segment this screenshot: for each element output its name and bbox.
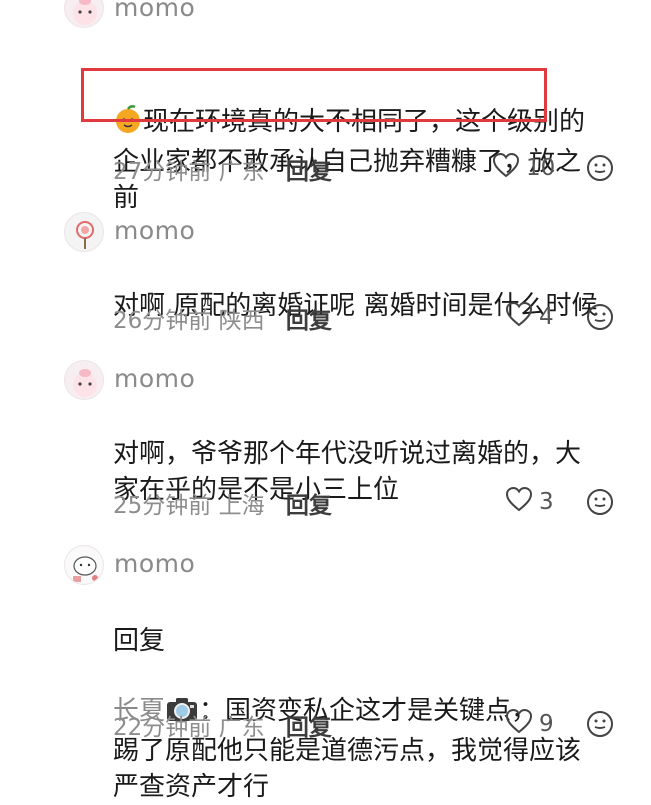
smiley-icon [587, 155, 613, 181]
smiley-icon [587, 711, 613, 737]
comment-text: 现在环境真的大不相同了，这个级别的 企业家都不敢承认自己抛弃糟糠了，放之 前 [113, 32, 628, 216]
reply-button[interactable]: 回复 [286, 493, 332, 519]
like-button[interactable]: 10 [492, 152, 555, 184]
comment-meta: 27分钟前 广东 回复 [113, 152, 332, 186]
like-count: 4 [539, 304, 554, 330]
smiley-icon [587, 304, 613, 330]
reply-button[interactable]: 回复 [286, 715, 332, 741]
like-button[interactable]: 9 [505, 708, 554, 740]
reply-button[interactable]: 回复 [286, 159, 332, 185]
comment-location: 陕西 [218, 308, 265, 334]
like-count: 9 [539, 711, 554, 737]
reply-button[interactable]: 回复 [286, 308, 332, 334]
comment-time: 26分钟前 [113, 308, 212, 334]
like-button[interactable]: 3 [505, 486, 554, 518]
username[interactable]: momo [114, 216, 195, 245]
comment-location: 上海 [218, 493, 265, 519]
avatar[interactable] [64, 545, 104, 585]
username[interactable]: momo [114, 0, 195, 22]
comment-time: 25分钟前 [113, 493, 212, 519]
comment-time: 27分钟前 [113, 159, 212, 185]
avatar[interactable] [64, 360, 104, 400]
comment-location: 广东 [218, 159, 265, 185]
comment-meta: 26分钟前 陕西 回复 [113, 301, 332, 335]
emoji-button[interactable] [586, 303, 614, 335]
comment-time: 22分钟前 [113, 715, 212, 741]
smiley-icon [587, 489, 613, 515]
reply-prefix: 回复 [113, 626, 166, 656]
heart-icon [505, 486, 539, 518]
comment-meta: 25分钟前 上海 回复 [113, 486, 332, 520]
highlight-box [81, 68, 547, 122]
username[interactable]: momo [114, 364, 195, 393]
emoji-button[interactable] [586, 710, 614, 742]
emoji-button[interactable] [586, 154, 614, 186]
comment-location: 广东 [218, 715, 265, 741]
heart-icon [505, 301, 539, 333]
comment-text: 回复 长夏 ：国资变私企这才是关键点， 踢了原配他只能是道德污点，我觉得应该 严… [113, 587, 628, 805]
emoji-button[interactable] [586, 488, 614, 520]
like-count: 10 [526, 155, 556, 181]
avatar[interactable] [64, 0, 104, 28]
like-button[interactable]: 4 [505, 301, 554, 333]
username[interactable]: momo [114, 549, 195, 578]
heart-icon [492, 152, 526, 184]
heart-icon [505, 708, 539, 740]
like-count: 3 [539, 489, 554, 515]
avatar[interactable] [64, 212, 104, 252]
comment-meta: 22分钟前 广东 回复 [113, 708, 332, 742]
